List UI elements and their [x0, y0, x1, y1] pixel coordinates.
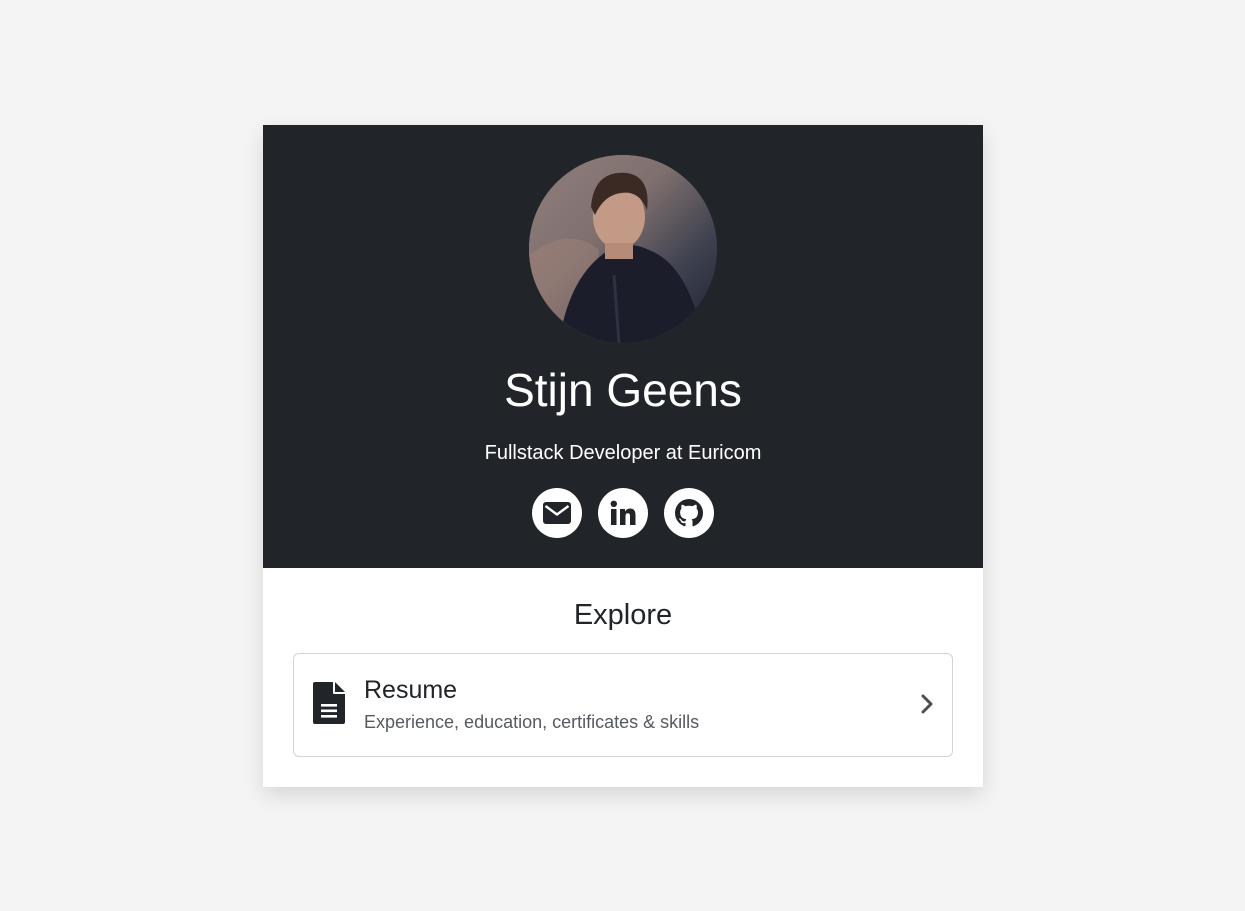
github-icon: [675, 499, 703, 527]
linkedin-button[interactable]: [598, 488, 648, 538]
resume-link-card[interactable]: Resume Experience, education, certificat…: [293, 653, 953, 757]
explore-title: Explore: [573, 599, 673, 631]
chevron-right-icon: [921, 694, 933, 714]
avatar: [529, 155, 717, 343]
file-text-icon: [313, 682, 345, 724]
linkedin-icon: [610, 500, 636, 525]
resume-description: Experience, education, certificates & sk…: [364, 712, 700, 732]
profile-card: Stijn Geens Fullstack Developer at Euric…: [263, 125, 983, 787]
profile-subtitle: Fullstack Developer at Euricom: [484, 442, 762, 464]
github-button[interactable]: [664, 488, 714, 538]
email-button[interactable]: [532, 488, 582, 538]
avatar-photo: [529, 155, 717, 343]
explore-section: Explore: [263, 568, 983, 632]
envelope-icon: [543, 502, 571, 524]
resume-title: Resume: [364, 676, 458, 704]
profile-header: Stijn Geens Fullstack Developer at Euric…: [263, 125, 983, 568]
profile-name: Stijn Geens: [504, 364, 742, 416]
social-links: [263, 488, 983, 538]
